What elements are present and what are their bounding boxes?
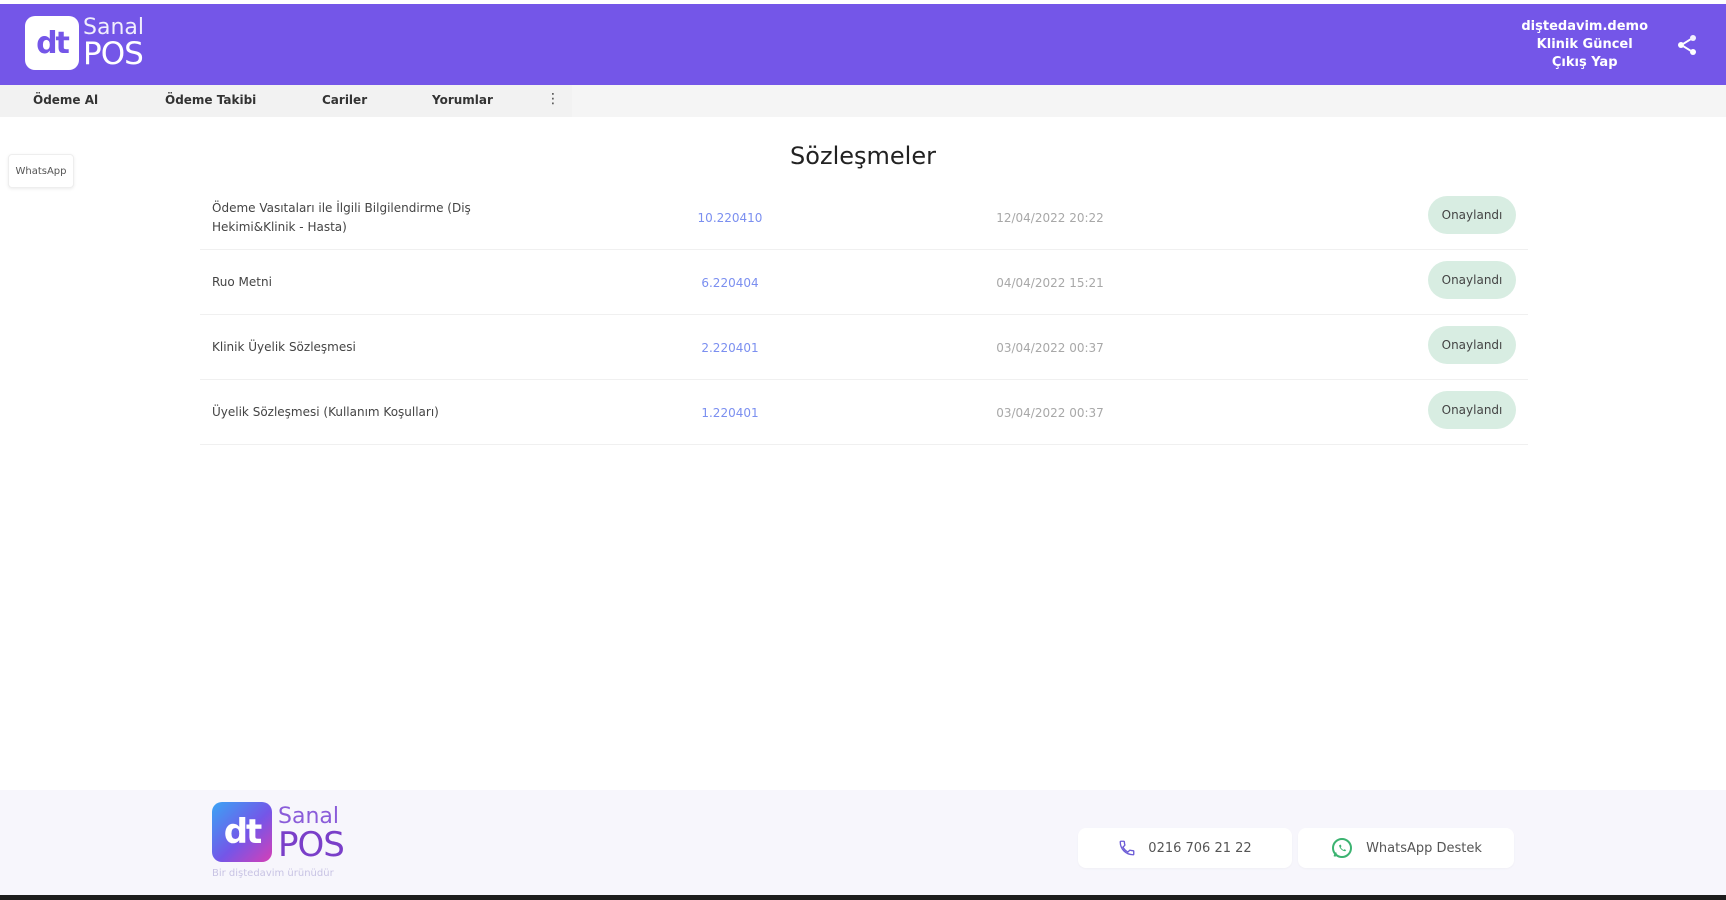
more-menu-icon[interactable]: ⋮ xyxy=(546,91,560,107)
whatsapp-support-label: WhatsApp Destek xyxy=(1366,840,1482,856)
table-row: Ödeme Vasıtaları ile İlgili Bilgilendirm… xyxy=(200,185,1528,250)
status-badge: Onaylandı xyxy=(1428,391,1516,429)
table-row: Klinik Üyelik Sözleşmesi 2.220401 03/04/… xyxy=(200,315,1528,380)
logo-mark: dt xyxy=(36,25,70,61)
footer-logo[interactable]: dt Sanal POS xyxy=(212,802,345,865)
phone-icon xyxy=(1118,839,1136,857)
phone-number: 0216 706 21 22 xyxy=(1148,840,1252,856)
whatsapp-support-button[interactable]: WhatsApp Destek xyxy=(1298,828,1514,868)
tab-yorumlar[interactable]: Yorumlar xyxy=(432,93,493,107)
bottom-bar xyxy=(0,895,1726,900)
app-logo[interactable]: dt Sanal POS xyxy=(25,16,144,70)
footer-logo-wordmark: Sanal POS xyxy=(278,806,345,865)
status-badge: Onaylandı xyxy=(1428,196,1516,234)
phone-button[interactable]: 0216 706 21 22 xyxy=(1078,828,1292,868)
contract-date: 03/04/2022 00:37 xyxy=(996,340,1104,355)
footer-logo-line2: POS xyxy=(278,825,345,865)
contract-name: Ödeme Vasıtaları ile İlgili Bilgilendirm… xyxy=(212,200,471,234)
logo-badge: dt xyxy=(25,16,79,70)
tab-odeme-takibi[interactable]: Ödeme Takibi xyxy=(165,93,256,107)
page: dt Sanal POS diştedavim.demo Klinik Günc… xyxy=(0,0,1726,900)
footer-logo-badge: dt xyxy=(212,802,272,862)
contracts-table: Ödeme Vasıtaları ile İlgili Bilgilendirm… xyxy=(200,185,1528,445)
share-button[interactable] xyxy=(1674,32,1700,58)
logo-wordmark: Sanal POS xyxy=(83,14,144,72)
nav-filler xyxy=(572,85,1726,117)
status-badge: Onaylandı xyxy=(1428,261,1516,299)
top-header: dt Sanal POS diştedavim.demo Klinik Günc… xyxy=(0,4,1726,85)
user-menu: diştedavim.demo Klinik Güncel Çıkış Yap xyxy=(1521,18,1648,72)
logout-link[interactable]: Çıkış Yap xyxy=(1521,54,1648,72)
contract-date: 03/04/2022 00:37 xyxy=(996,405,1104,420)
footer-logo-mark: dt xyxy=(223,812,263,852)
contract-date: 04/04/2022 15:21 xyxy=(996,275,1104,290)
whatsapp-icon xyxy=(1330,836,1354,860)
footer-tagline: Bir diştedavim ürünüdür xyxy=(212,868,334,879)
contract-name: Klinik Üyelik Sözleşmesi xyxy=(212,340,356,354)
logo-line1: Sanal xyxy=(83,14,144,40)
page-title: Sözleşmeler xyxy=(790,142,936,170)
username: diştedavim.demo xyxy=(1521,19,1648,34)
table-row: Üyelik Sözleşmesi (Kullanım Koşulları) 1… xyxy=(200,380,1528,445)
contract-version-link[interactable]: 6.220404 xyxy=(660,250,800,315)
main-nav: Ödeme Al Ödeme Takibi Cariler Yorumlar ⋮ xyxy=(0,85,572,117)
status-badge: Onaylandı xyxy=(1428,326,1516,364)
clinic-name: Klinik Güncel xyxy=(1536,37,1633,52)
footer: dt Sanal POS Bir diştedavim ürünüdür 021… xyxy=(0,790,1726,895)
table-row: Ruo Metni 6.220404 04/04/2022 15:21 Onay… xyxy=(200,250,1528,315)
share-icon xyxy=(1678,35,1696,55)
tab-cariler[interactable]: Cariler xyxy=(322,93,367,107)
tab-odeme-al[interactable]: Ödeme Al xyxy=(33,93,98,107)
contract-name: Üyelik Sözleşmesi (Kullanım Koşulları) xyxy=(212,405,439,419)
logo-line2: POS xyxy=(83,35,144,72)
contract-version-link[interactable]: 1.220401 xyxy=(660,380,800,445)
contract-name: Ruo Metni xyxy=(212,275,272,289)
contract-version-link[interactable]: 10.220410 xyxy=(660,185,800,250)
contract-version-link[interactable]: 2.220401 xyxy=(660,315,800,380)
contract-date: 12/04/2022 20:22 xyxy=(996,210,1104,225)
